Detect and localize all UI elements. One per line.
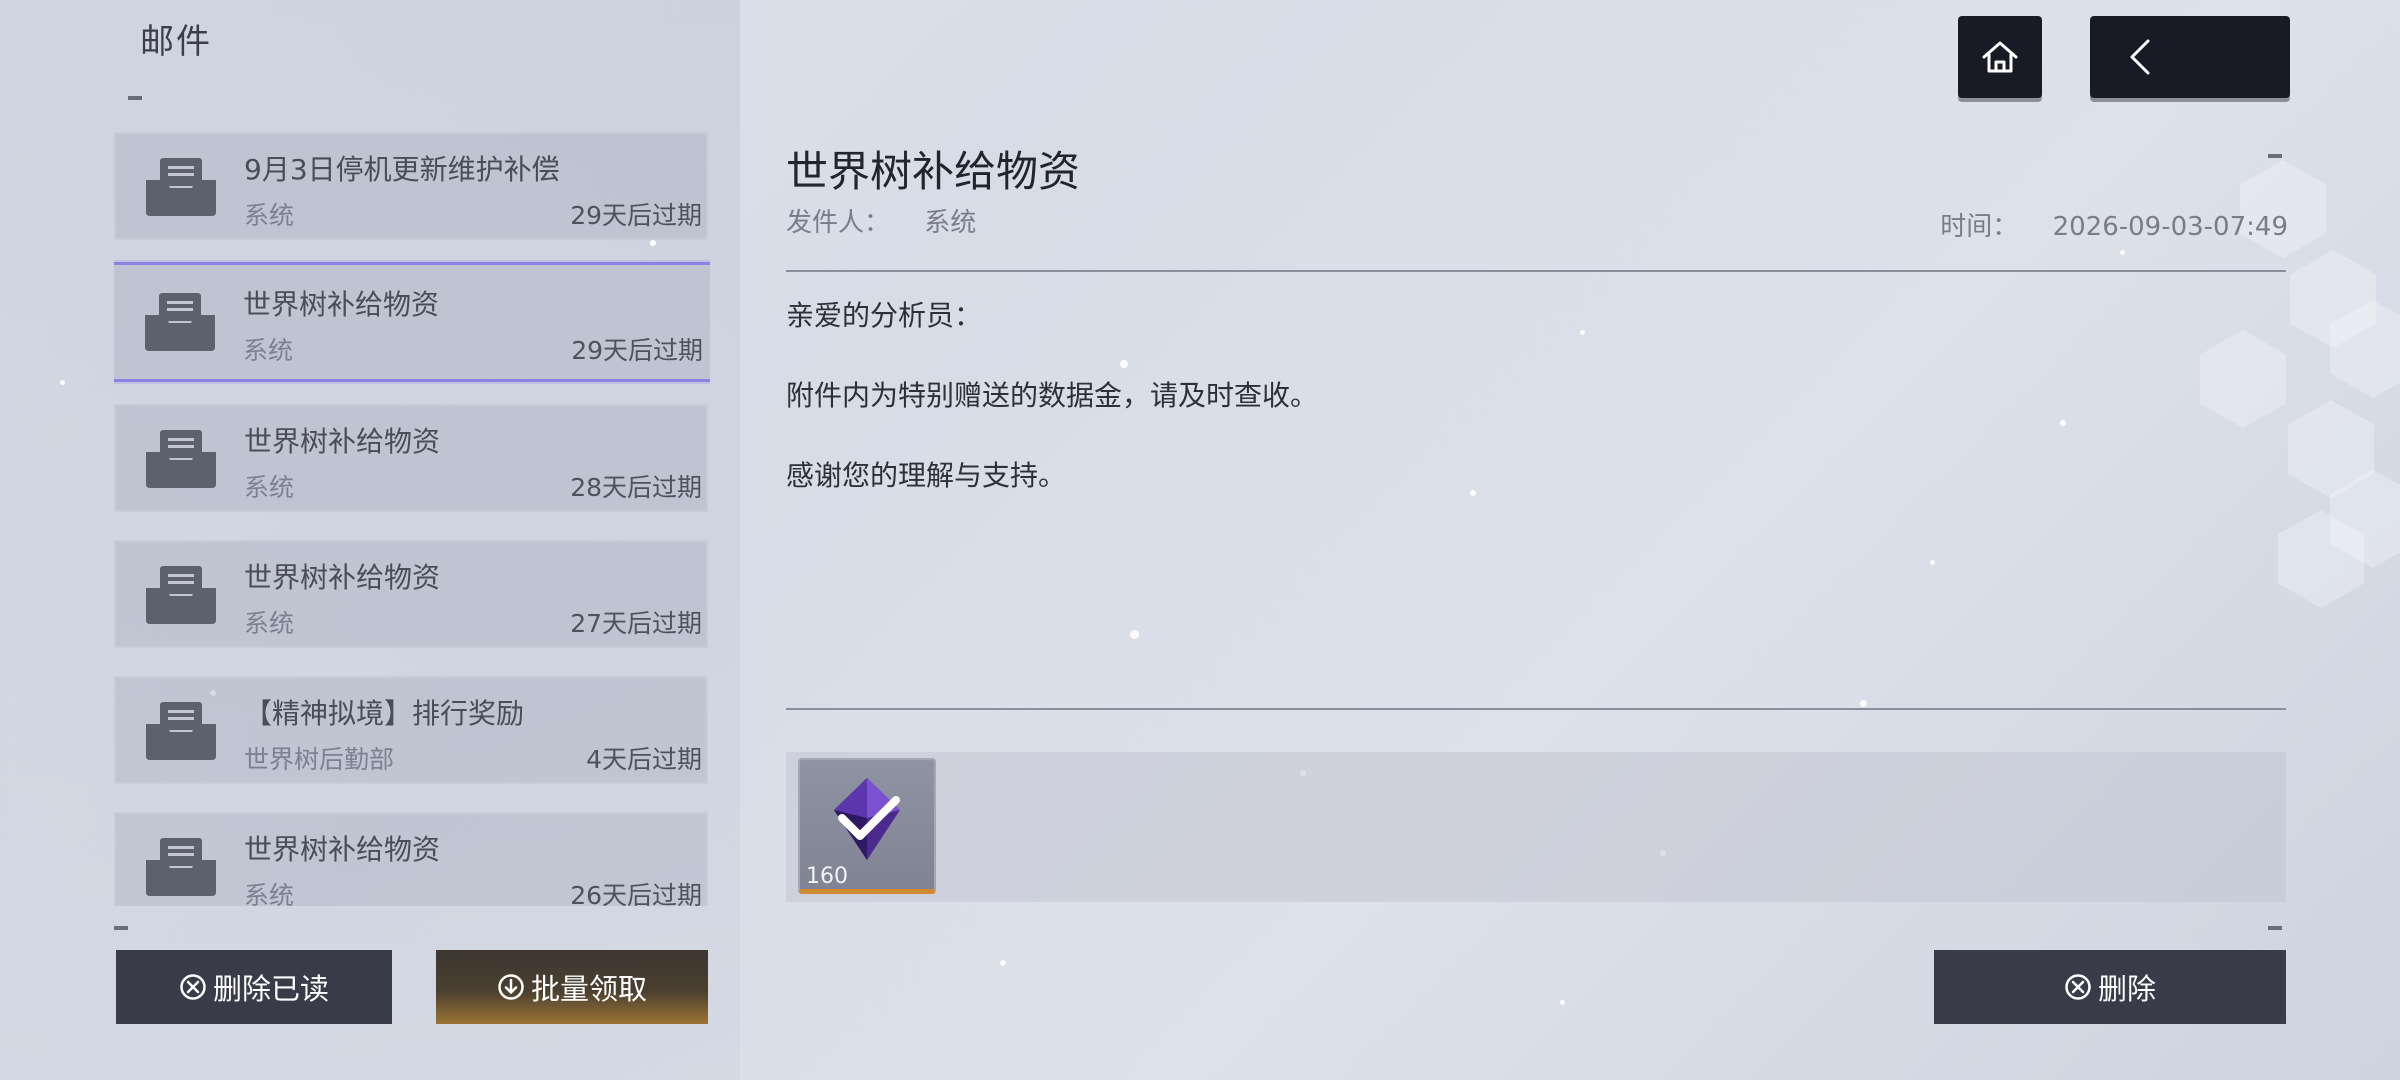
home-icon [1982,41,2018,73]
divider-tick [2268,154,2282,158]
mail-expiry: 29天后过期 [571,336,703,365]
mail-list: 9月3日停机更新维护补偿 系统 29天后过期 世界树补给物资 系统 29天后过期… [114,130,710,906]
page-title: 邮件 [140,22,212,62]
mail-sender: 系统 [244,881,295,906]
time-value: 2026-09-03-07:49 [2052,212,2288,242]
mail-tray-icon [145,293,215,351]
circle-x-icon [2065,974,2091,1000]
attachment-count: 160 [806,864,848,889]
mail-list-item[interactable]: 世界树补给物资 系统 28天后过期 [114,404,708,512]
mail-list-item[interactable]: 【精神拟境】排行奖励 世界树后勤部 4天后过期 [114,676,708,784]
mail-expiry: 28天后过期 [570,473,702,502]
attachment-item[interactable]: 160 [798,758,936,894]
circle-down-icon [498,974,524,1000]
attachment-area: 160 [786,752,2286,902]
delete-read-label: 删除已读 [212,972,329,1006]
batch-claim-button[interactable]: 批量领取 [436,950,708,1024]
divider-tick [114,926,128,930]
mail-title: 世界树补给物资 [244,833,441,866]
attachment-divider [786,708,2286,710]
mail-body-closing: 感谢您的理解与支持。 [786,459,1067,492]
delete-read-button[interactable]: 删除已读 [116,950,392,1024]
mail-tray-icon [146,430,216,488]
mail-detail-sender: 发件人： 系统 [786,202,976,239]
mail-sender: 世界树后勤部 [244,745,395,774]
purple-crystal-icon [834,778,900,860]
mail-expiry: 26天后过期 [570,881,702,906]
batch-claim-label: 批量领取 [530,972,647,1006]
mail-title: 世界树补给物资 [243,288,440,321]
home-button[interactable] [1958,16,2042,98]
mail-detail-time: 时间： 2026-09-03-07:49 [1940,206,2288,243]
mail-title: 【精神拟境】排行奖励 [244,697,525,730]
delete-button[interactable]: 删除 [1934,950,2286,1024]
mail-expiry: 4天后过期 [586,745,702,774]
divider-tick [128,96,142,100]
mail-list-item[interactable]: 世界树补给物资 系统 26天后过期 [114,812,708,906]
mail-sender: 系统 [244,473,295,502]
delete-label: 删除 [2097,972,2156,1006]
sender-value: 系统 [924,208,977,238]
mail-tray-icon [146,566,216,624]
divider-tick [2268,926,2282,930]
mail-body-greeting: 亲爱的分析员： [786,299,983,332]
mail-list-item[interactable]: 世界树补给物资 系统 27天后过期 [114,540,708,648]
header-divider [786,270,2286,272]
mail-tray-icon [146,158,216,216]
mail-title: 9月3日停机更新维护补偿 [244,153,560,186]
mail-tray-icon [146,702,216,760]
mail-sender: 系统 [244,609,295,638]
time-label: 时间： [1940,212,2019,242]
mail-list-item-selected[interactable]: 世界树补给物资 系统 29天后过期 [114,262,710,382]
mail-sender: 系统 [244,201,295,230]
back-arrow-icon [2130,39,2150,75]
mail-expiry: 29天后过期 [570,201,702,230]
mail-body-line: 附件内为特别赠送的数据金，请及时查收。 [786,379,1319,412]
back-button[interactable] [2090,16,2290,98]
mail-list-item[interactable]: 9月3日停机更新维护补偿 系统 29天后过期 [114,132,708,240]
mail-detail-title: 世界树补给物资 [786,147,1081,196]
mail-expiry: 27天后过期 [570,609,702,638]
mail-tray-icon [146,838,216,896]
mail-title: 世界树补给物资 [244,561,441,594]
circle-x-icon [180,974,206,1000]
mail-sender: 系统 [243,336,294,365]
mail-title: 世界树补给物资 [244,425,441,458]
sender-label: 发件人： [786,208,891,238]
